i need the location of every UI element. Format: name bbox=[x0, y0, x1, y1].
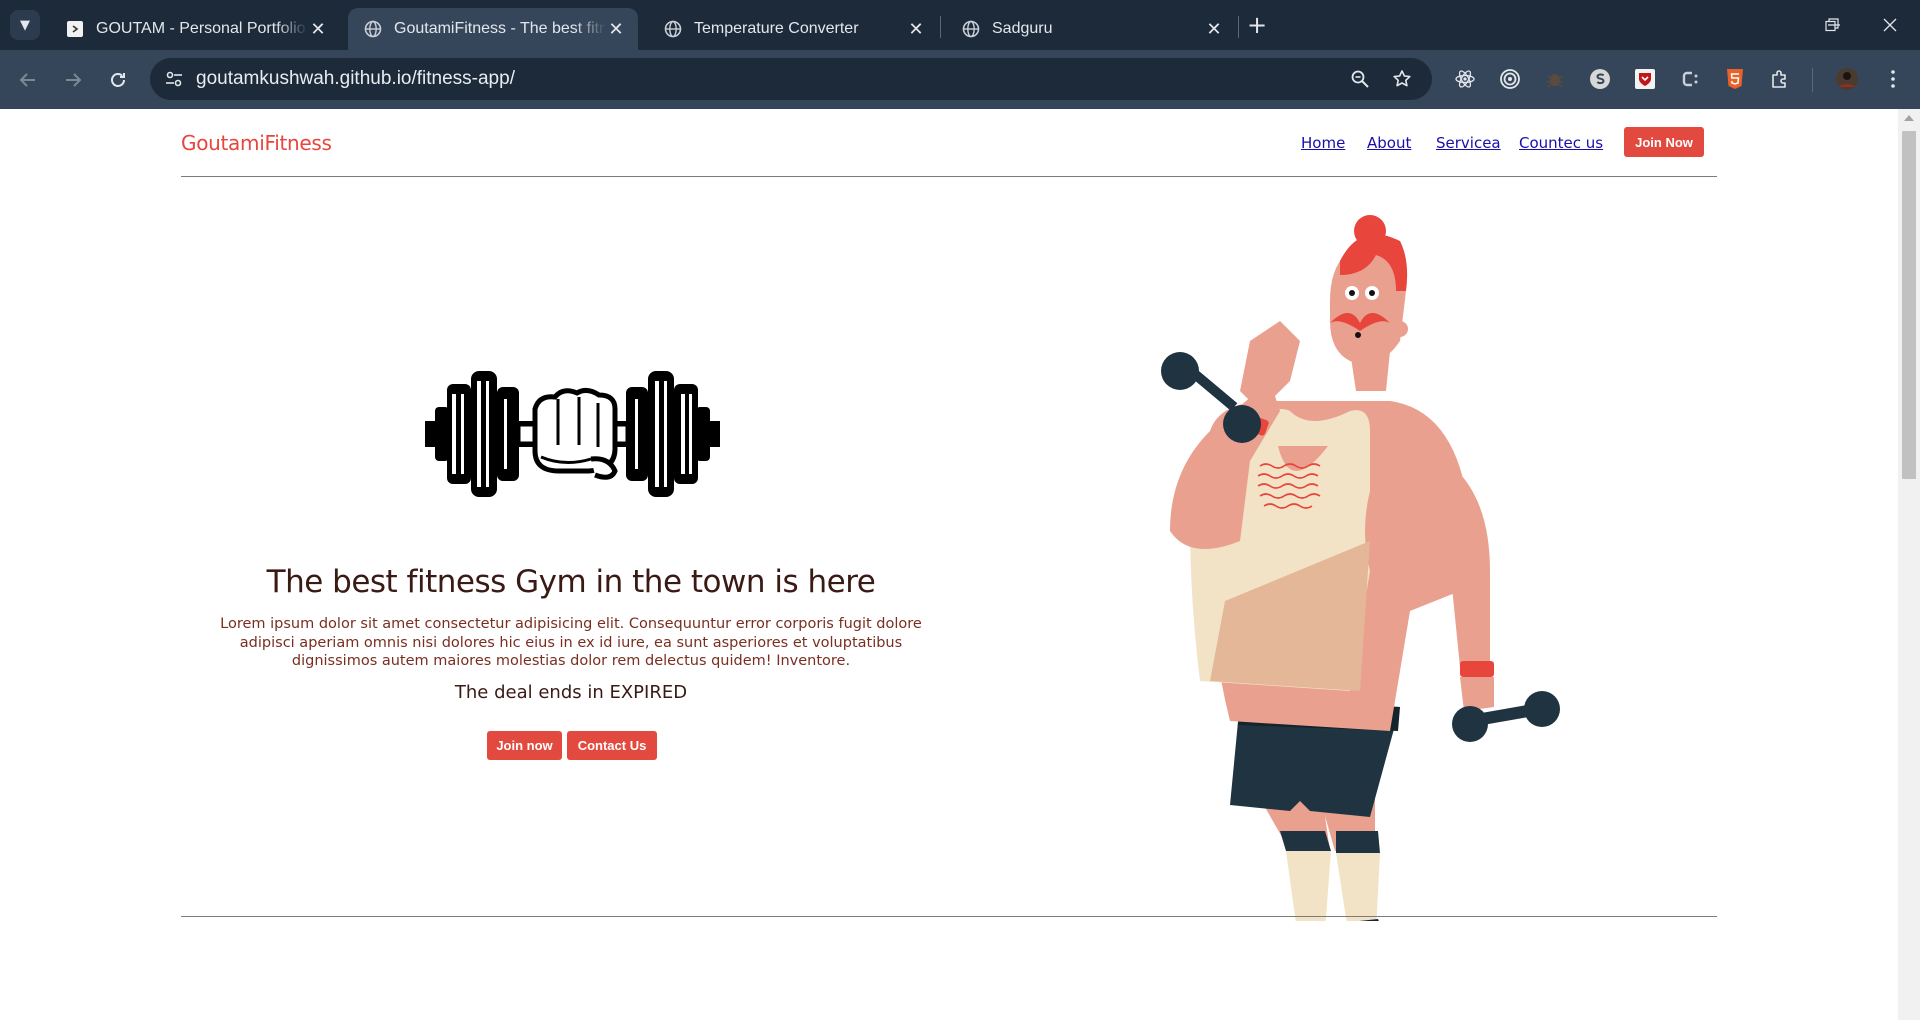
close-window-button[interactable] bbox=[1872, 10, 1908, 40]
join-now-nav-button[interactable]: Join Now bbox=[1624, 127, 1704, 157]
back-button[interactable] bbox=[12, 64, 44, 96]
hero-bottom-divider bbox=[181, 916, 1717, 917]
chevron-down-icon: ▼ bbox=[20, 17, 30, 33]
contact-us-button[interactable]: Contact Us bbox=[567, 731, 657, 760]
hero-headline: The best fitness Gym in the town is here bbox=[266, 564, 876, 600]
tab-strip: ▼ GOUTAM - Personal Portfolio Template ✕… bbox=[0, 0, 1920, 50]
close-icon[interactable]: ✕ bbox=[308, 19, 328, 39]
scroll-up-arrow-icon[interactable] bbox=[1904, 115, 1914, 121]
portfolio-favicon bbox=[66, 20, 84, 38]
tune-icon[interactable] bbox=[162, 67, 186, 91]
close-icon bbox=[1883, 18, 1897, 32]
tab-title: GoutamiFitness - The best fitness Gym bbox=[394, 20, 606, 37]
url-text[interactable]: goutamkushwah.github.io/fitness-app/ bbox=[196, 68, 515, 90]
reload-icon bbox=[111, 73, 125, 87]
web-page: GoutamiFitness Home About Servicea Count… bbox=[0, 109, 1898, 1020]
close-icon[interactable]: ✕ bbox=[606, 19, 626, 39]
html5-icon[interactable] bbox=[1722, 66, 1748, 92]
dumbbell-fist-illustration bbox=[425, 371, 720, 497]
plus-icon: + bbox=[1246, 11, 1268, 39]
zoom-icon[interactable] bbox=[1348, 67, 1372, 91]
new-tab-button[interactable]: + bbox=[1244, 11, 1270, 39]
forward-arrow-icon bbox=[66, 73, 82, 87]
bug-icon[interactable] bbox=[1542, 66, 1568, 92]
target-icon[interactable] bbox=[1497, 66, 1523, 92]
css-icon[interactable] bbox=[1677, 66, 1703, 92]
page-scrollbar[interactable] bbox=[1898, 109, 1920, 1020]
tab-title: Sadguru bbox=[992, 20, 1053, 37]
hero-description: Lorem ipsum dolor sit amet consectetur a… bbox=[220, 616, 922, 669]
toolbar-separator bbox=[1812, 68, 1813, 92]
close-icon[interactable]: ✕ bbox=[1204, 19, 1224, 39]
mcafee-icon[interactable] bbox=[1632, 66, 1658, 92]
tab-search-button[interactable]: ▼ bbox=[10, 10, 40, 40]
tab-fitness[interactable]: GoutamiFitness - The best fitness Gym ✕ bbox=[348, 8, 638, 50]
globe-icon bbox=[962, 20, 980, 38]
header-divider bbox=[181, 176, 1717, 177]
nav-link-services[interactable]: Servicea bbox=[1436, 134, 1501, 152]
nav-link-about[interactable]: About bbox=[1367, 134, 1411, 152]
reload-button[interactable] bbox=[102, 64, 134, 96]
tab-separator bbox=[940, 16, 941, 38]
browser-toolbar: goutamkushwah.github.io/fitness-app/ bbox=[0, 50, 1920, 109]
site-brand[interactable]: GoutamiFitness bbox=[181, 131, 332, 155]
kebab-menu-icon[interactable] bbox=[1880, 66, 1906, 92]
tab-title: Temperature Converter bbox=[694, 20, 859, 37]
restore-button[interactable] bbox=[1814, 10, 1850, 40]
close-icon[interactable]: ✕ bbox=[906, 19, 926, 39]
back-arrow-icon bbox=[19, 73, 35, 87]
puzzle-icon[interactable] bbox=[1767, 66, 1793, 92]
globe-icon bbox=[364, 20, 382, 38]
strongman-illustration bbox=[1161, 215, 1560, 921]
tab-temperature[interactable]: Temperature Converter ✕ bbox=[648, 8, 938, 50]
scroll-thumb[interactable] bbox=[1902, 131, 1916, 479]
nav-link-contact[interactable]: Countec us bbox=[1519, 134, 1603, 152]
tab-title: GOUTAM - Personal Portfolio Template bbox=[96, 20, 308, 37]
tab-separator bbox=[1238, 16, 1239, 38]
deal-countdown: The deal ends in EXPIRED bbox=[454, 682, 688, 703]
globe-icon bbox=[664, 20, 682, 38]
tab-sadguru[interactable]: Sadguru ✕ bbox=[946, 8, 1236, 50]
address-bar[interactable]: goutamkushwah.github.io/fitness-app/ bbox=[150, 58, 1432, 100]
star-icon[interactable] bbox=[1390, 67, 1414, 91]
avatar[interactable] bbox=[1834, 66, 1860, 92]
forward-button[interactable] bbox=[57, 64, 89, 96]
s-icon[interactable] bbox=[1587, 66, 1613, 92]
join-now-button[interactable]: Join now bbox=[487, 731, 562, 760]
restore-icon bbox=[1825, 18, 1839, 32]
nav-link-home[interactable]: Home bbox=[1301, 134, 1345, 152]
tab-portfolio[interactable]: GOUTAM - Personal Portfolio Template ✕ bbox=[50, 8, 340, 50]
react-devtools-icon[interactable] bbox=[1452, 66, 1478, 92]
